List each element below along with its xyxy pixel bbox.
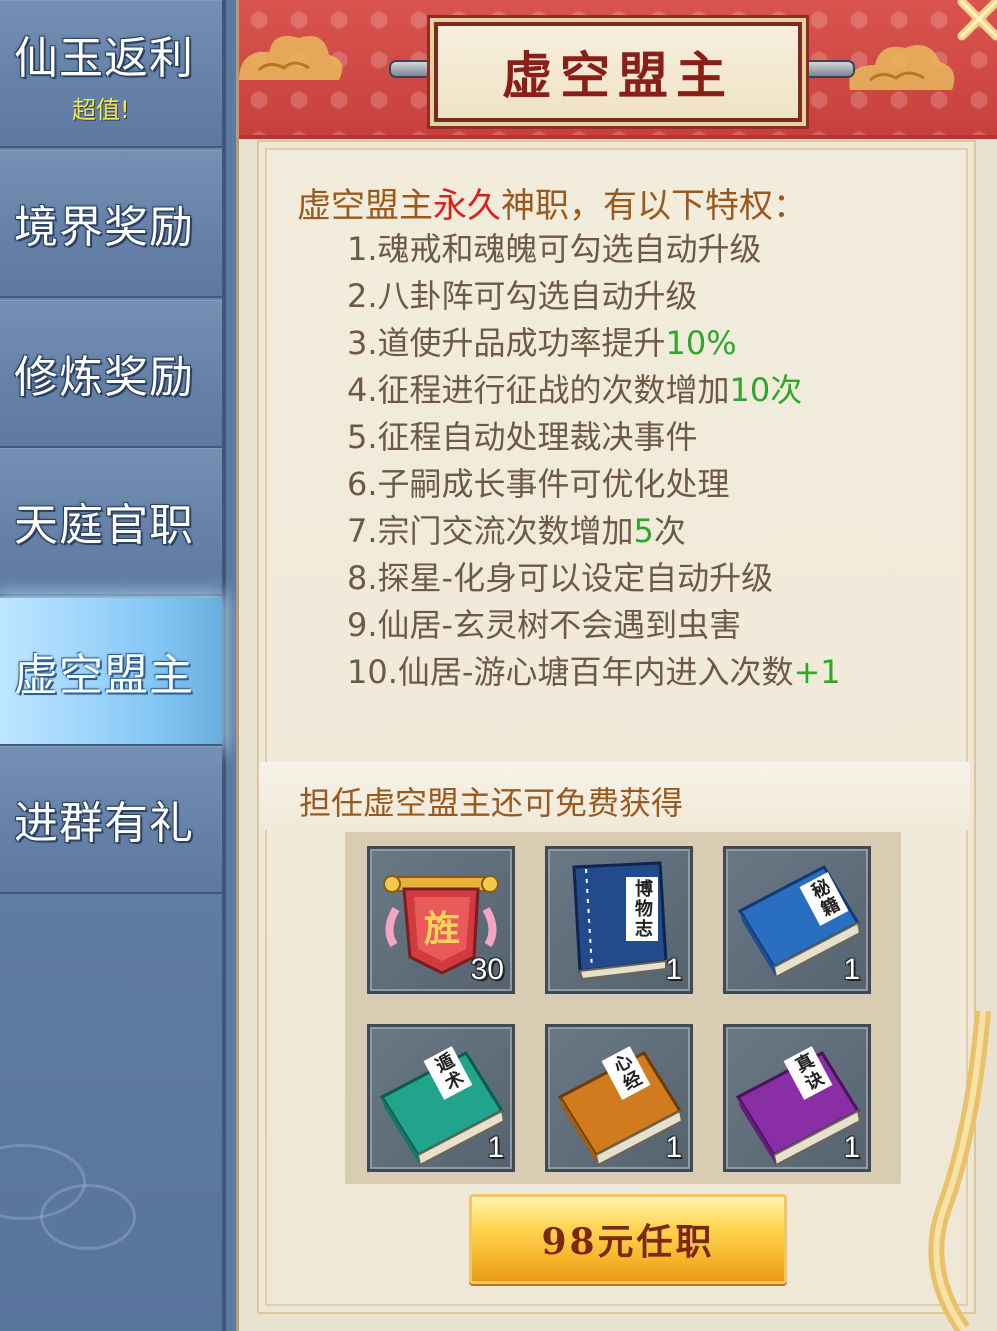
free-rewards-title: 担任虚空盟主还可免费获得 (299, 784, 684, 822)
reward-slot[interactable]: 秘籍 1 (723, 846, 871, 994)
privilege-text: 2.八卦阵可勾选自动升级 (347, 277, 698, 315)
privilege-text: 6.子嗣成长事件可优化处理 (347, 465, 730, 503)
sidebar: 仙玉返利 超值! 境界奖励 修炼奖励 天庭官职 虚空盟主 进群有礼 (0, 0, 226, 1331)
sidebar-item-label: 进群有礼 (14, 798, 194, 849)
reward-count: 1 (843, 953, 860, 986)
panel-header: 虚空盟主 (239, 0, 997, 139)
sidebar-item-label: 天庭官职 (14, 500, 194, 551)
scroll-ribbon-icon (928, 1011, 991, 1331)
reward-grid: 旌 30 博物志 1 秘籍 1 遁术 1 心经 1 真诀 1 (345, 832, 901, 1184)
reward-slot[interactable]: 遁术 1 (367, 1024, 515, 1172)
privilege-text: 1.魂戒和魂魄可勾选自动升级 (347, 230, 762, 268)
cloud-decoration (40, 1184, 136, 1250)
privilege-highlight: 5 (633, 512, 654, 550)
page-title: 虚空盟主 (502, 46, 734, 105)
privilege-text: 9.仙居-玄灵树不会遇到虫害 (347, 606, 742, 644)
appoint-button[interactable]: 98元任职 (469, 1194, 787, 1284)
privilege-text: 10.仙居-游心塘百年内进入次数 (347, 653, 794, 691)
reward-count: 1 (487, 1131, 504, 1164)
list-item: 6.子嗣成长事件可优化处理 (347, 461, 841, 508)
sidebar-item-label: 修炼奖励 (14, 352, 194, 403)
privilege-heading: 虚空盟主永久神职，有以下特权： (297, 178, 807, 227)
list-item: 7.宗门交流次数增加5次 (347, 508, 841, 555)
privilege-heading-permanent: 永久 (433, 186, 501, 226)
svg-text:旌: 旌 (424, 908, 460, 950)
sidebar-item-cultivation-reward[interactable]: 修炼奖励 (0, 300, 222, 448)
list-item: 5.征程自动处理裁决事件 (347, 414, 841, 461)
list-item: 1.魂戒和魂魄可勾选自动升级 (347, 226, 841, 273)
list-item: 3.道使升品成功率提升10% (347, 320, 841, 367)
sidebar-item-heaven-official[interactable]: 天庭官职 (0, 448, 222, 596)
privilege-text: 5.征程自动处理裁决事件 (347, 418, 698, 456)
privilege-highlight: +1 (793, 653, 841, 691)
list-item: 8.探星-化身可以设定自动升级 (347, 555, 841, 602)
sidebar-item-badge: 超值! (72, 95, 130, 124)
list-item: 9.仙居-玄灵树不会遇到虫害 (347, 602, 841, 649)
sidebar-item-xianyu-rebate[interactable]: 仙玉返利 超值! (0, 0, 222, 148)
reward-slot[interactable]: 真诀 1 (723, 1024, 871, 1172)
reward-count: 1 (665, 1131, 682, 1164)
privilege-highlight: 10% (665, 324, 737, 362)
list-item: 2.八卦阵可勾选自动升级 (347, 273, 841, 320)
sidebar-item-label: 虚空盟主 (14, 650, 194, 701)
cloud-ornament-icon (239, 35, 343, 80)
cloud-ornament-icon (849, 45, 955, 90)
reward-count: 1 (843, 1131, 860, 1164)
book-title: 博物志 (626, 877, 658, 941)
sidebar-background (0, 894, 222, 1331)
list-item: 4.征程进行征战的次数增加10次 (347, 367, 841, 414)
sidebar-item-label: 仙玉返利 (14, 32, 194, 84)
title-plate: 虚空盟主 (434, 22, 802, 122)
reward-slot[interactable]: 心经 1 (545, 1024, 693, 1172)
reward-count: 1 (665, 953, 682, 986)
main-panel: 虚空盟主 虚空盟主永久神职，有以下特权： 1.魂戒和魂魄可勾选自动升级 2.八卦… (236, 0, 997, 1331)
sidebar-item-realm-reward[interactable]: 境界奖励 (0, 150, 222, 298)
privilege-text: 4.征程进行征战的次数增加 (347, 371, 730, 409)
sidebar-item-label: 境界奖励 (14, 202, 194, 253)
list-item: 10.仙居-游心塘百年内进入次数+1 (347, 649, 841, 696)
reward-slot[interactable]: 博物志 1 (545, 846, 693, 994)
sidebar-item-void-lord[interactable]: 虚空盟主 (0, 598, 222, 746)
privilege-text: 8.探星-化身可以设定自动升级 (347, 559, 774, 597)
privilege-text: 3.道使升品成功率提升 (347, 324, 666, 362)
reward-slot[interactable]: 旌 30 (367, 846, 515, 994)
appoint-button-label: 98元任职 (541, 1221, 715, 1263)
privilege-heading-part: 神职，有以下特权： (501, 186, 807, 226)
privilege-highlight: 10次 (729, 371, 803, 409)
reward-count: 30 (470, 953, 504, 986)
close-icon[interactable] (954, 0, 997, 44)
privilege-suffix: 次 (653, 512, 686, 550)
privilege-heading-part: 虚空盟主 (297, 186, 433, 226)
privilege-text: 7.宗门交流次数增加 (347, 512, 634, 550)
sidebar-item-join-group[interactable]: 进群有礼 (0, 746, 222, 894)
privilege-list: 1.魂戒和魂魄可勾选自动升级 2.八卦阵可勾选自动升级 3.道使升品成功率提升1… (347, 226, 841, 696)
